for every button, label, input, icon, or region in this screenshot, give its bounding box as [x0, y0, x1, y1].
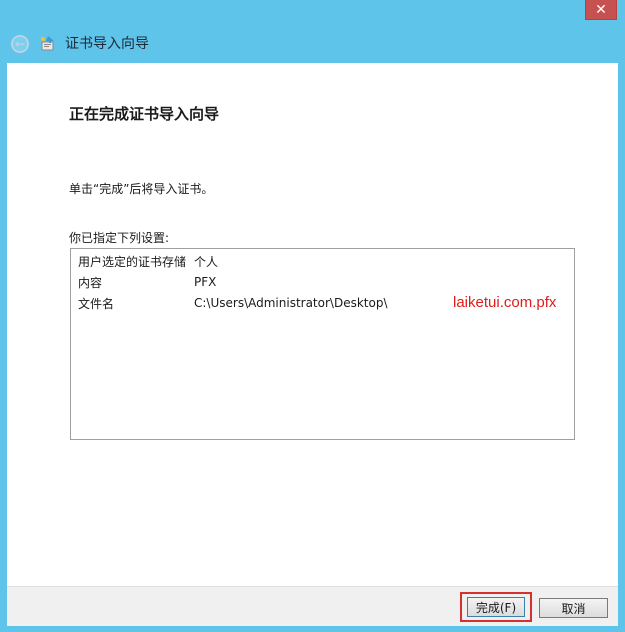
- page-heading: 正在完成证书导入向导: [69, 105, 220, 123]
- settings-value: C:\Users\Administrator\Desktop\: [194, 296, 388, 310]
- wizard-footer: 完成(F) 取消: [7, 586, 618, 626]
- filename-annotation: laiketui.com.pfx: [453, 294, 557, 311]
- settings-value: 个人: [194, 254, 219, 269]
- finish-button[interactable]: 完成(F): [467, 597, 525, 617]
- settings-value: PFX: [194, 275, 217, 289]
- settings-row-store: 用户选定的证书存储 个人: [78, 251, 568, 271]
- wizard-content: 正在完成证书导入向导 单击“完成”后将导入证书。 你已指定下列设置: 用户选定的…: [7, 63, 618, 586]
- settings-key: 文件名: [78, 296, 115, 311]
- settings-key: 用户选定的证书存储: [78, 254, 187, 269]
- settings-label: 你已指定下列设置:: [69, 231, 170, 245]
- certificate-wizard-icon: [41, 36, 54, 51]
- settings-key: 内容: [78, 275, 103, 290]
- close-button[interactable]: ✕: [585, 0, 617, 20]
- back-arrow-icon: ←: [14, 37, 26, 51]
- settings-row-content: 内容 PFX: [78, 272, 568, 292]
- settings-list[interactable]: 用户选定的证书存储 个人 内容 PFX 文件名 C:\Users\Adminis…: [70, 248, 575, 440]
- cancel-button[interactable]: 取消: [539, 598, 608, 618]
- back-button[interactable]: ←: [11, 35, 29, 53]
- page-description: 单击“完成”后将导入证书。: [69, 182, 214, 196]
- finish-highlight: 完成(F): [460, 592, 532, 622]
- window-title: 证书导入向导: [65, 36, 149, 52]
- wizard-header: ← 证书导入向导: [0, 26, 625, 60]
